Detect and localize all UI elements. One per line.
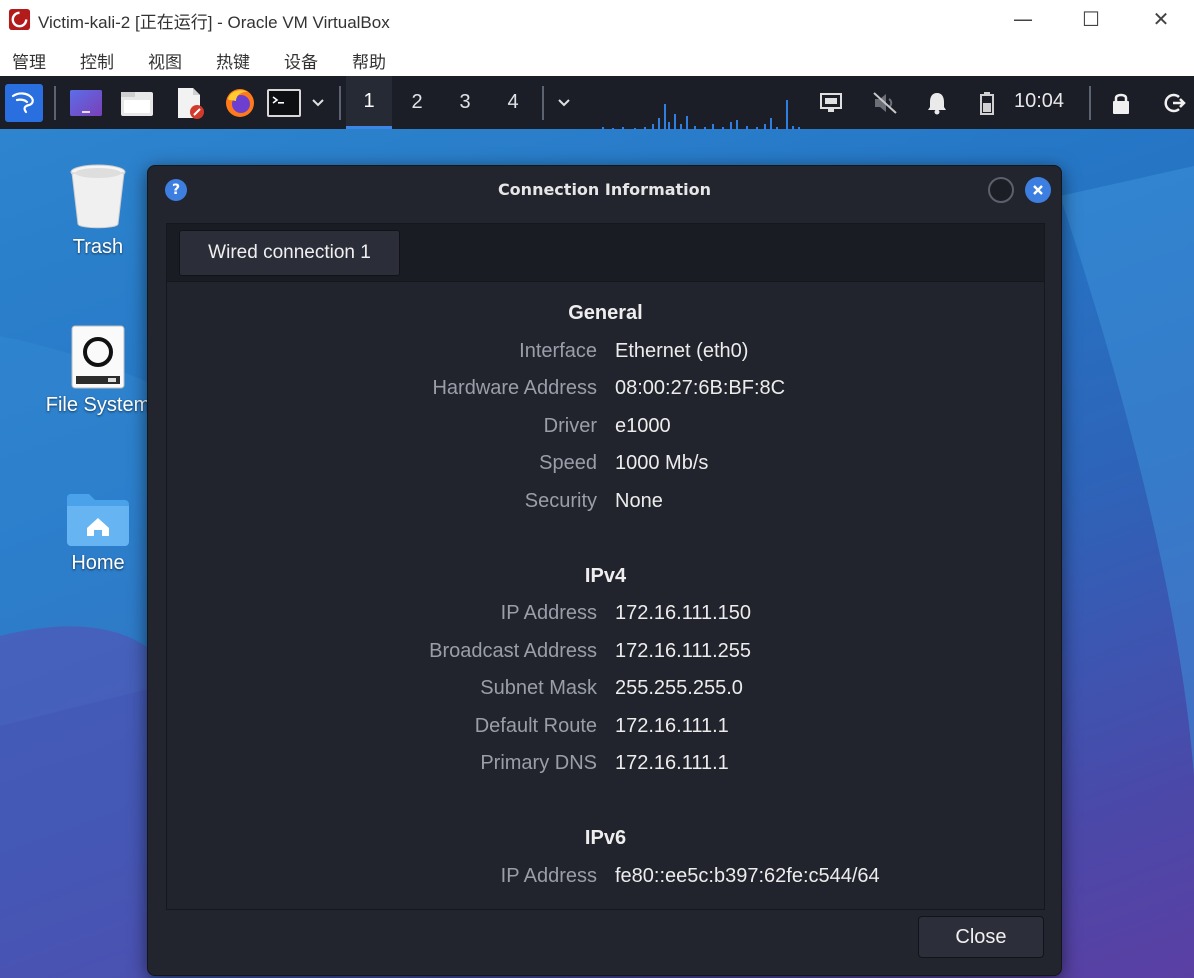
lock-icon [1113,93,1129,114]
panel-separator [1089,86,1091,120]
general-interface-value: Ethernet (eth0) [615,340,749,362]
general-driver-key: Driver [543,415,597,437]
menu-control[interactable]: 控制 [80,48,114,73]
volume-tray-button[interactable] [866,76,904,129]
desktop-icon-label: File System [45,394,151,416]
workspace-3[interactable]: 3 [442,76,488,129]
desktop-icon [70,89,102,116]
menu-manage[interactable]: 管理 [12,48,46,73]
dialog-minimize-button[interactable] [988,177,1014,203]
window-close-button[interactable]: ✕ [1128,0,1194,38]
connection-notebook: Wired connection 1 General Interface Eth… [166,223,1045,910]
general-hardware-address-value: 08:00:27:6B:BF:8C [615,377,786,399]
terminal-launcher[interactable] [264,76,304,129]
general-speed-key: Speed [539,452,597,474]
virtualbox-logo-icon [8,8,31,31]
notifications-tray-button[interactable] [918,76,956,129]
tab-wired-connection-1[interactable]: Wired connection 1 [179,230,400,276]
logout-icon [1164,93,1186,112]
ipv4-ip-address-key: IP Address [500,602,597,624]
general-hardware-address-key: Hardware Address [432,377,597,399]
menu-hotkeys[interactable]: 热键 [216,48,250,73]
guest-desktop: 1 2 3 4 10:04 Trash File System Home ? C… [0,76,1194,978]
panel-separator [339,86,341,120]
show-desktop-button[interactable] [64,76,108,129]
general-speed-value: 1000 Mb/s [615,452,709,474]
kali-dragon-icon [11,91,34,113]
ipv4-default-route-key: Default Route [474,715,597,737]
workspace-4[interactable]: 4 [490,76,536,129]
desktop-icon-label: Trash [72,236,124,258]
ipv4-default-route-value: 172.16.111.1 [615,715,729,737]
ipv4-subnet-mask-value: 255.255.255.0 [615,677,743,699]
minimize-button[interactable]: — [990,0,1056,38]
chevron-down-icon [558,98,570,106]
text-editor-icon [178,87,204,119]
desktop-icon-trash[interactable]: Trash [38,162,158,259]
general-driver-value: e1000 [615,415,671,437]
section-ipv4-heading: IPv4 [584,565,627,587]
network-icon [820,92,842,112]
volume-muted-icon [873,91,897,114]
launcher-dropdown[interactable] [306,76,330,129]
terminal-icon [267,88,301,117]
network-load-graph [602,100,800,130]
vbox-menubar: 管理 控制 视图 热键 设备 帮助 [0,38,1194,76]
connection-information-dialog: ? Connection Information Wired connectio… [147,165,1062,976]
menu-view[interactable]: 视图 [148,48,182,73]
trash-icon [70,164,126,229]
window-title: Victim-kali-2 [正在运行] - Oracle VM Virtual… [38,13,390,32]
panel-separator [542,86,544,120]
panel-dropdown[interactable] [552,76,576,129]
desktop-icon-home[interactable]: Home [38,492,158,575]
ipv6-ip-address-key: IP Address [500,865,597,887]
tab-bar: Wired connection 1 [167,224,1044,282]
menu-help[interactable]: 帮助 [352,48,386,73]
ipv4-primary-dns-key: Primary DNS [480,752,597,774]
panel-separator [54,86,56,120]
xfce-panel: 1 2 3 4 10:04 [0,76,1194,130]
panel-clock[interactable]: 10:04 [1014,90,1064,113]
battery-icon [980,91,994,115]
file-manager-launcher[interactable] [114,76,160,129]
ipv4-broadcast-address-value: 172.16.111.255 [615,640,752,662]
dialog-close-button[interactable] [1025,177,1051,203]
general-security-value: None [615,490,663,512]
maximize-button[interactable]: ☐ [1058,0,1124,38]
close-icon [1033,185,1043,195]
close-button[interactable]: Close [918,916,1044,958]
chevron-down-icon [312,98,324,106]
ipv4-broadcast-address-key: Broadcast Address [429,640,597,662]
desktop-icon-label: Home [71,552,125,574]
ipv4-ip-address-value: 172.16.111.150 [615,602,752,624]
section-general-heading: General [568,302,643,324]
ipv4-subnet-mask-key: Subnet Mask [480,677,597,699]
firefox-icon [226,88,254,117]
vbox-titlebar: Victim-kali-2 [正在运行] - Oracle VM Virtual… [0,0,1194,38]
notification-bell-icon [928,92,946,114]
workspace-2[interactable]: 2 [394,76,440,129]
section-ipv6-heading: IPv6 [584,827,627,849]
drive-icon [71,325,125,389]
home-folder-icon [67,494,129,546]
network-tray-button[interactable] [812,76,850,129]
ipv4-primary-dns-value: 172.16.111.1 [615,752,729,774]
menu-devices[interactable]: 设备 [284,48,318,73]
text-editor-launcher[interactable] [168,76,212,129]
kali-menu-button[interactable] [2,76,46,129]
workspace-1[interactable]: 1 [346,76,392,129]
ipv6-ip-address-value: fe80::ee5c:b397:62fe:c544/64 [615,865,880,887]
general-security-key: Security [524,490,597,512]
logout-button[interactable] [1156,76,1192,129]
dialog-title: Connection Information [497,180,712,199]
desktop-icon-file-system[interactable]: File System [38,324,158,417]
file-manager-icon [121,91,153,116]
firefox-launcher[interactable] [218,76,262,129]
lock-screen-button[interactable] [1102,76,1140,129]
power-tray-button[interactable] [970,76,1004,129]
general-interface-key: Interface [519,340,597,362]
